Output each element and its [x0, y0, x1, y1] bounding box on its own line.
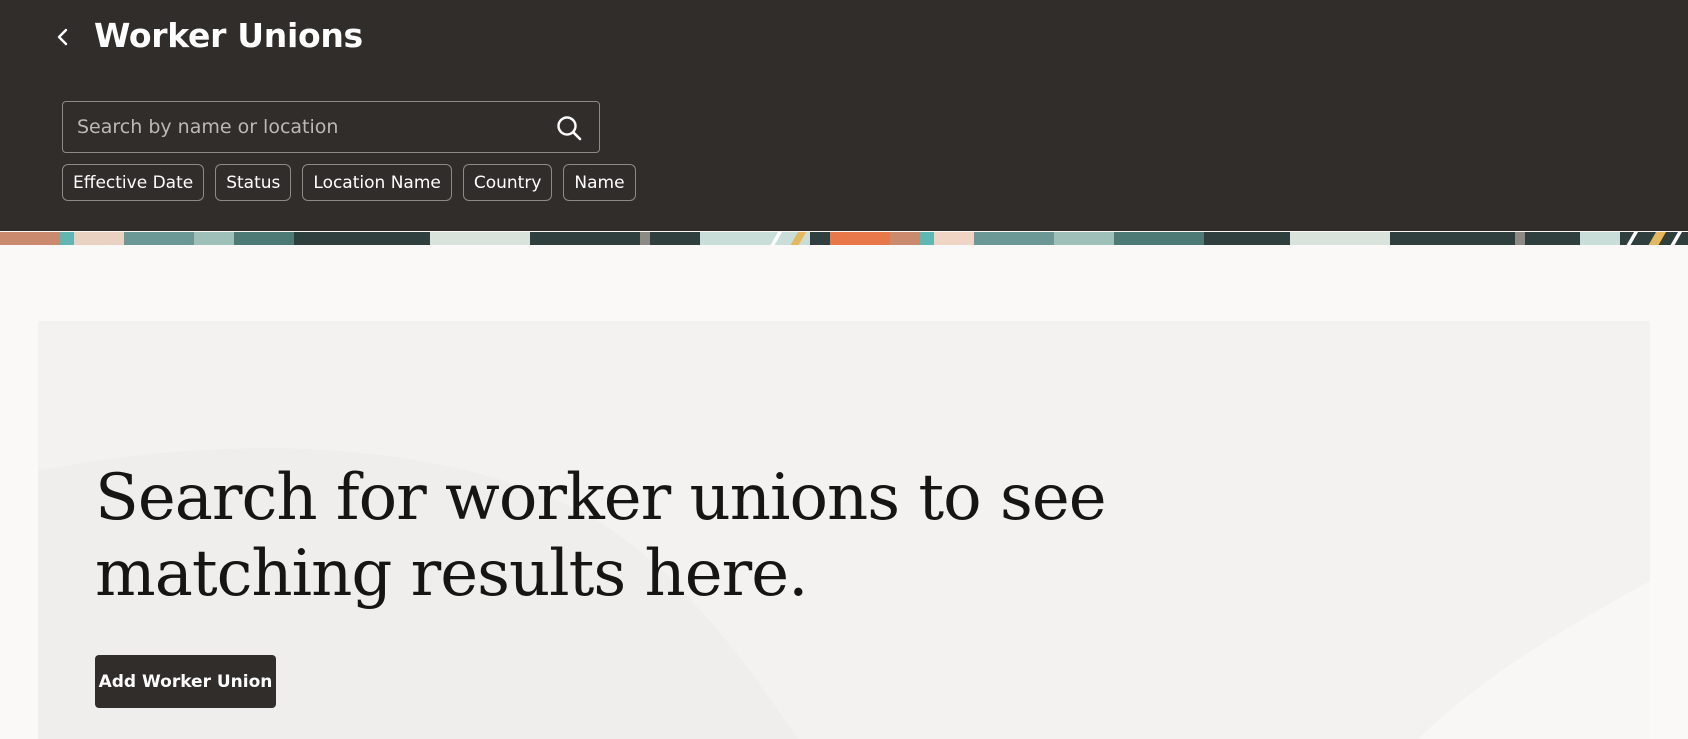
filter-chip-name[interactable]: Name — [563, 164, 636, 201]
search-icon[interactable] — [555, 114, 583, 142]
filter-chip-effective-date[interactable]: Effective Date — [62, 164, 205, 201]
filter-chip-status[interactable]: Status — [215, 164, 292, 201]
chevron-left-icon — [57, 28, 68, 46]
page-header: Worker Unions Effective Date Status Loca… — [0, 0, 1688, 231]
filter-chip-country[interactable]: Country — [462, 164, 553, 201]
search-box[interactable] — [62, 101, 600, 153]
empty-state-message: Search for worker unions to see matching… — [95, 461, 1107, 611]
add-worker-union-button[interactable]: Add Worker Union — [95, 655, 276, 708]
decorative-pattern — [0, 232, 1688, 245]
page: Worker Unions Effective Date Status Loca… — [0, 0, 1688, 739]
filter-chip-location-name[interactable]: Location Name — [302, 164, 452, 201]
filter-chips: Effective Date Status Location Name Coun… — [62, 164, 636, 201]
decorative-pattern-band — [0, 231, 1688, 245]
search-input[interactable] — [77, 102, 537, 152]
page-title: Worker Unions — [94, 16, 363, 55]
back-button[interactable] — [44, 18, 82, 56]
